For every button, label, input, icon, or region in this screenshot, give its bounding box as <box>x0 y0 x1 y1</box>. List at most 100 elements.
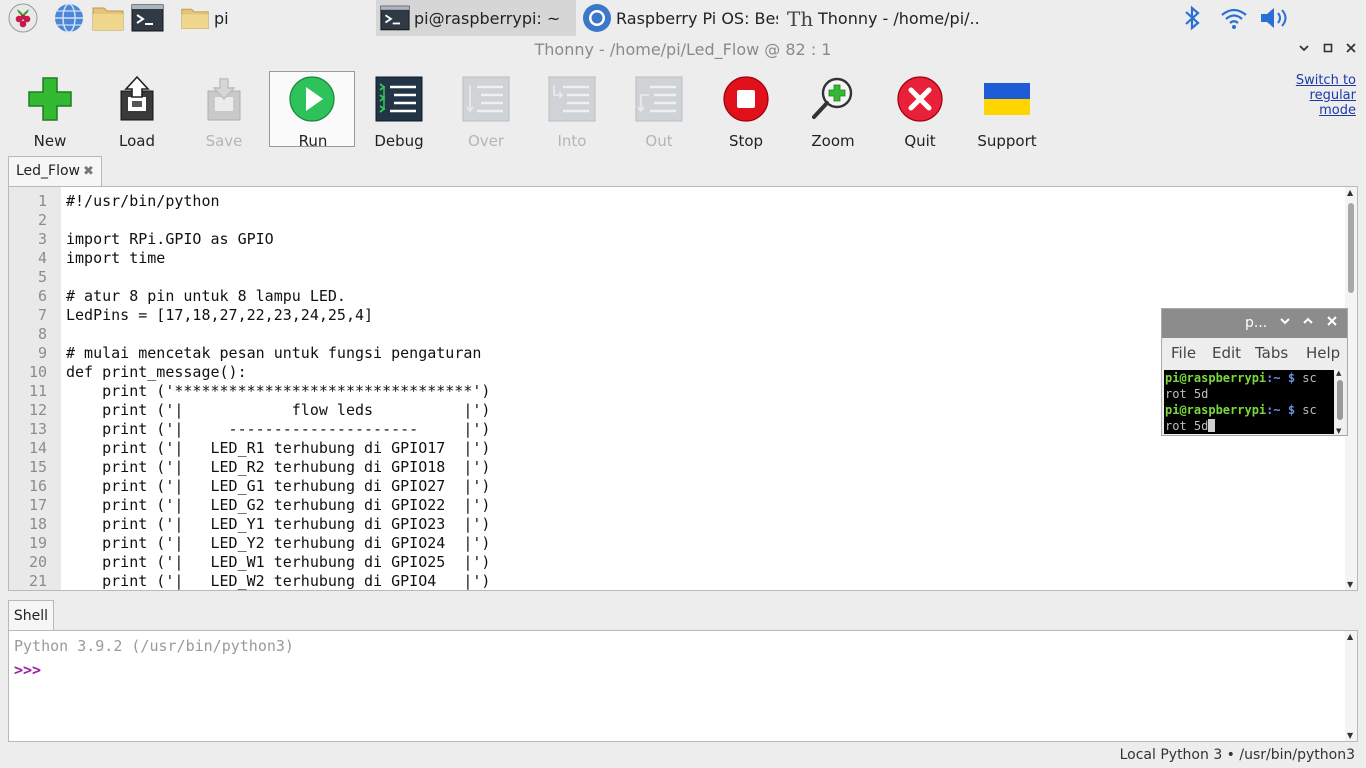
bluetooth-icon[interactable] <box>1181 3 1203 33</box>
close-window-button[interactable] <box>1343 42 1359 58</box>
shell-console[interactable]: Python 3.9.2 (/usr/bin/python3) >>> ▲ ▼ <box>8 630 1358 742</box>
scroll-up-icon[interactable]: ▲ <box>1336 369 1341 377</box>
scroll-down-icon[interactable]: ▼ <box>1347 580 1353 589</box>
quit-button[interactable]: Quit <box>877 71 963 150</box>
code-line[interactable]: print ('| --------------------- |') <box>66 420 490 438</box>
scrollbar-thumb[interactable] <box>1348 203 1354 293</box>
terminal-close-button[interactable] <box>1326 309 1338 338</box>
close-tab-icon[interactable]: ✖ <box>83 164 94 179</box>
terminal-screen[interactable]: pi@raspberrypi:~ $ sc rot 5d pi@raspberryp… <box>1164 370 1334 434</box>
quit-icon <box>897 76 943 122</box>
run-label: Run <box>298 132 328 150</box>
line-number: 13 <box>28 420 47 438</box>
run-icon <box>289 76 335 122</box>
line-number: 11 <box>28 382 47 400</box>
web-browser-icon[interactable] <box>53 3 85 33</box>
load-button[interactable]: Load <box>94 71 180 150</box>
new-button[interactable]: New <box>7 71 93 150</box>
taskbar-task-label: Raspberry Pi OS: Bes... <box>616 8 778 28</box>
code-line[interactable]: import RPi.GPIO as GPIO <box>66 230 274 248</box>
terminal-prompt-path: :~ $ <box>1266 403 1303 417</box>
wifi-icon[interactable] <box>1219 3 1249 33</box>
code-line[interactable]: print ('| LED_R2 terhubung di GPIO18 |') <box>66 458 490 476</box>
debug-button[interactable]: Debug <box>356 71 442 150</box>
code-editor[interactable]: 1 #!/usr/bin/python 2 3 import RPi.GPIO as G… <box>8 186 1358 591</box>
terminal-prompt-user: pi@raspberrypi <box>1165 371 1267 385</box>
step-into-label: Into <box>557 132 587 150</box>
line-number: 4 <box>37 249 47 267</box>
save-icon <box>207 78 241 121</box>
code-line[interactable]: print ('| LED_W1 terhubung di GPIO25 |') <box>66 553 490 571</box>
thonny-icon: Th <box>787 7 813 31</box>
tab-label: Led_Flow <box>16 163 81 179</box>
zoom-button[interactable]: Zoom <box>790 71 876 150</box>
code-line[interactable]: # atur 8 pin untuk 8 lampu LED. <box>66 287 346 305</box>
terminal-menu-help[interactable]: Help <box>1306 338 1340 368</box>
scroll-down-icon[interactable]: ▼ <box>1347 731 1353 740</box>
code-line[interactable]: # mulai mencetak pesan untuk fungsi peng… <box>66 344 481 362</box>
raspberry-menu-icon[interactable] <box>6 3 40 33</box>
scroll-up-icon[interactable]: ▲ <box>1347 188 1353 197</box>
volume-icon[interactable] <box>1258 3 1290 33</box>
code-line[interactable]: print ('| LED_G2 terhubung di GPIO22 |') <box>66 496 490 514</box>
line-number: 8 <box>37 325 47 343</box>
support-button[interactable]: Support <box>964 71 1050 150</box>
taskbar-task-thonny[interactable]: Th Thonny - /home/pi/... <box>780 0 980 36</box>
line-number: 18 <box>28 515 47 533</box>
tab-shell[interactable]: Shell <box>8 600 54 630</box>
run-button[interactable]: Run <box>269 71 355 150</box>
code-line[interactable]: print ('| LED_G1 terhubung di GPIO27 |') <box>66 477 490 495</box>
chromium-icon <box>583 4 611 32</box>
svg-text:Th: Th <box>787 7 813 31</box>
stop-icon <box>723 76 769 122</box>
line-number: 5 <box>37 268 47 286</box>
terminal-window[interactable]: p... File Edit Tabs Help pi@raspberrypi:… <box>1161 308 1348 436</box>
chevron-up-icon <box>1303 317 1313 324</box>
code-line[interactable]: #!/usr/bin/python <box>66 192 220 210</box>
chevron-down-icon <box>1280 318 1290 325</box>
taskbar-task-terminal[interactable]: pi@raspberrypi: ~ <box>376 0 576 36</box>
debug-label: Debug <box>374 132 424 150</box>
terminal-menu-tabs[interactable]: Tabs <box>1255 338 1288 368</box>
step-over-button[interactable]: Over <box>443 71 529 150</box>
code-line[interactable]: print ('********************************… <box>66 382 490 400</box>
terminal-maximize-button[interactable] <box>1302 309 1314 338</box>
code-line[interactable]: print ('| LED_R1 terhubung di GPIO17 |') <box>66 439 490 457</box>
line-number: 14 <box>28 439 47 457</box>
terminal-menu-file[interactable]: File <box>1171 338 1196 368</box>
terminal-minimize-button[interactable] <box>1279 309 1291 338</box>
zoom-icon <box>812 77 853 119</box>
minimize-button[interactable] <box>1296 42 1312 58</box>
code-line[interactable]: LedPins = [17,18,27,22,23,24,25,4] <box>66 306 373 324</box>
save-button[interactable]: Save <box>181 71 267 150</box>
code-line[interactable]: import time <box>66 249 165 267</box>
terminal-scrollbar[interactable]: ▲ ▼ <box>1335 369 1345 435</box>
file-manager-icon[interactable] <box>91 3 125 33</box>
step-out-button[interactable]: Out <box>616 71 702 150</box>
switch-to-regular-mode-link[interactable]: Switch to regular mode <box>1276 73 1356 118</box>
step-over-icon <box>462 76 510 122</box>
scroll-down-icon[interactable]: ▼ <box>1336 427 1341 435</box>
line-number: 20 <box>28 553 47 571</box>
terminal-launcher-icon[interactable] <box>131 3 164 33</box>
code-line[interactable]: def print_message(): <box>66 363 247 381</box>
load-icon <box>120 75 154 121</box>
code-line[interactable]: print ('| LED_W2 terhubung di GPIO4 |') <box>66 572 490 590</box>
line-number: 16 <box>28 477 47 495</box>
code-line[interactable]: print ('| LED_Y2 terhubung di GPIO24 |') <box>66 534 490 552</box>
line-number: 9 <box>37 344 47 362</box>
maximize-button[interactable] <box>1320 42 1336 58</box>
code-line[interactable]: print ('| LED_Y1 terhubung di GPIO23 |') <box>66 515 490 533</box>
terminal-menu-edit[interactable]: Edit <box>1212 338 1241 368</box>
step-out-icon <box>635 76 683 122</box>
taskbar-folder-pi[interactable]: pi <box>176 0 372 36</box>
taskbar-task-browser[interactable]: Raspberry Pi OS: Bes... <box>578 0 778 36</box>
code-line[interactable]: print ('| flow leds |') <box>66 401 490 419</box>
scroll-up-icon[interactable]: ▲ <box>1347 632 1353 641</box>
scrollbar-thumb[interactable] <box>1337 380 1343 420</box>
window-titlebar: Thonny - /home/pi/Led_Flow @ 82 : 1 <box>0 36 1366 64</box>
shell-scrollbar[interactable]: ▲ ▼ <box>1345 631 1357 741</box>
stop-button[interactable]: Stop <box>703 71 789 150</box>
step-into-button[interactable]: Into <box>529 71 615 150</box>
tab-led-flow[interactable]: Led_Flow ✖ <box>8 156 102 186</box>
